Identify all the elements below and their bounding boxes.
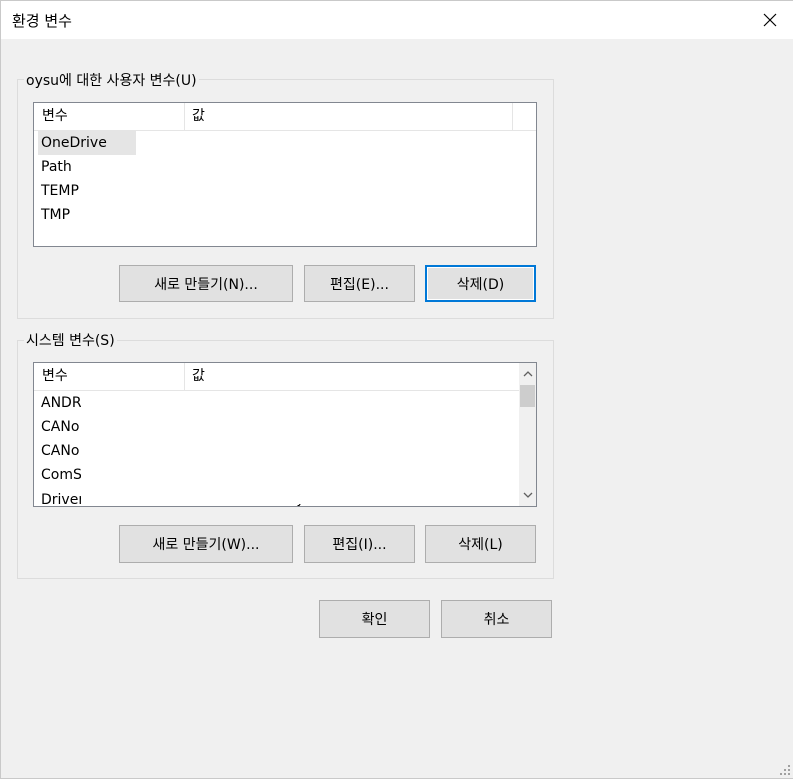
system-edit-button[interactable]: 편집(I)... [304,525,415,563]
system-vars-list-header: 변수 값 [34,363,519,391]
variable-name: CANo [41,419,80,435]
list-item[interactable]: TEMP [34,179,512,203]
variable-name: OneDrive [41,135,107,151]
user-edit-button[interactable]: 편집(E)... [304,265,415,302]
column-header-value[interactable]: 값 [192,103,205,130]
close-icon [763,13,777,26]
user-delete-button[interactable]: 삭제(D) [425,265,536,302]
window-title: 환경 변수 [12,12,72,30]
user-vars-list[interactable]: 변수 값 OneDrive Path TEMP TMP [33,102,537,247]
variable-name: CANo [41,443,80,459]
list-item[interactable]: OneDrive [34,131,512,155]
variable-name: TEMP [41,183,79,199]
cancel-button[interactable]: 취소 [441,600,552,638]
user-vars-list-header: 변수 값 [34,103,536,131]
system-delete-button[interactable]: 삭제(L) [425,525,536,563]
variable-name: TMP [41,207,71,223]
user-new-button[interactable]: 새로 만들기(N)... [119,265,293,302]
variable-name: ANDR [41,395,82,411]
variable-name: ComS [41,467,82,483]
scroll-down-button[interactable] [519,484,536,506]
title-bar: 환경 변수 [0,0,793,39]
resize-grip-icon[interactable] [779,764,791,776]
system-new-button[interactable]: 새로 만들기(W)... [119,525,293,563]
close-button[interactable] [747,0,793,39]
system-vars-scrollbar[interactable] [519,363,536,506]
system-vars-list[interactable]: 변수 값 ANDR CANo ₩ CANo ₩ ComS DriverData … [33,362,537,507]
chevron-down-icon [523,492,532,498]
column-header-name[interactable]: 변수 [42,363,68,390]
column-header-value[interactable]: 값 [192,363,205,390]
system-vars-group-label: 시스템 변수(S) [24,330,117,350]
ok-button[interactable]: 확인 [319,600,430,638]
scroll-up-button[interactable] [519,363,536,385]
scroll-thumb[interactable] [520,385,535,407]
redaction-mask [81,396,513,504]
list-item[interactable]: TMP [34,203,512,227]
variable-name: Path [41,159,72,175]
chevron-up-icon [523,371,532,377]
user-vars-group-label: oysu에 대한 사용자 변수(U) [24,70,199,90]
list-item[interactable]: Path [34,155,512,179]
column-header-name[interactable]: 변수 [42,103,68,130]
